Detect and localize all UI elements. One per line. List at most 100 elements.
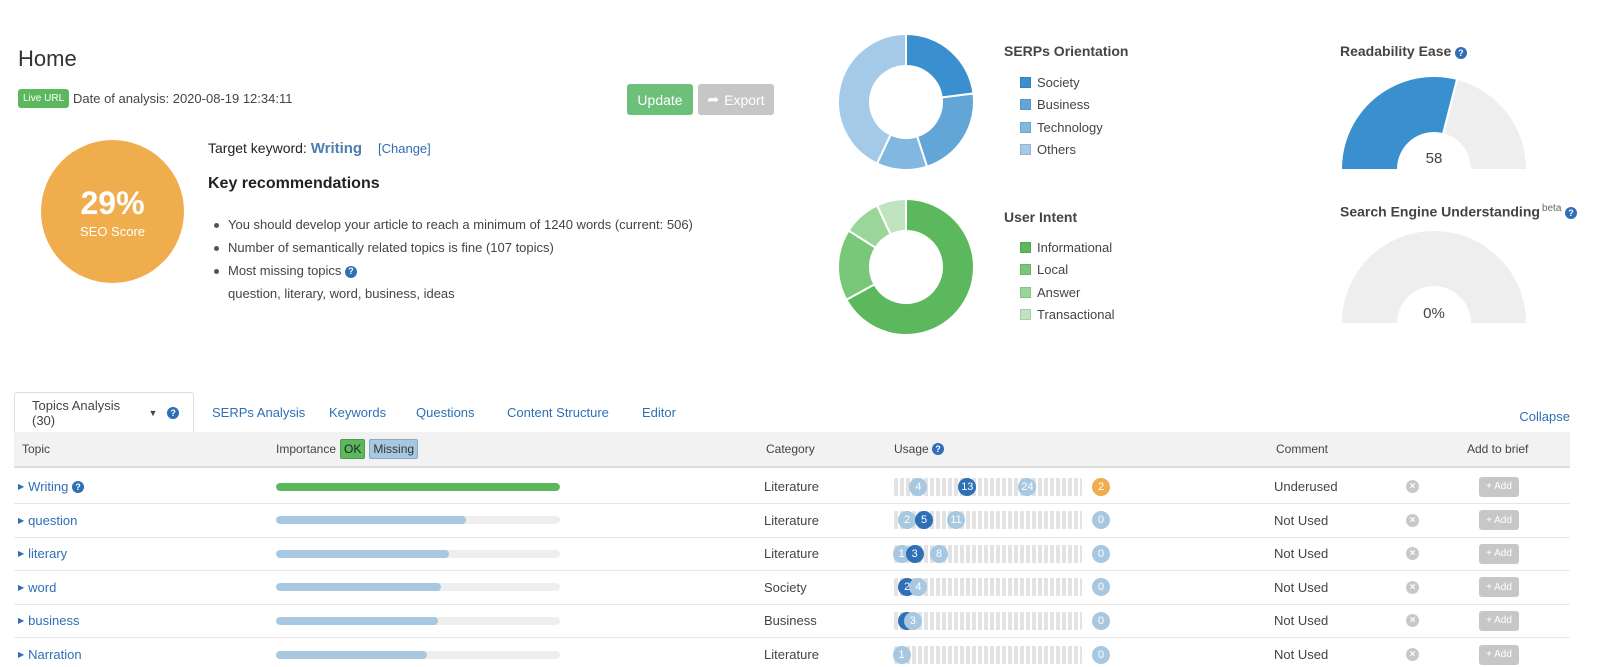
help-icon[interactable]: ? [1454, 46, 1467, 59]
usage-marker: 24 [1018, 477, 1037, 496]
close-icon[interactable]: × [1406, 547, 1419, 561]
usage-marker: 4 [909, 477, 928, 496]
usage-bar: 4 13 24 [894, 477, 1082, 496]
user-intent-title: User Intent [1004, 209, 1078, 225]
importance-bar [276, 549, 560, 558]
missing-badge[interactable]: Missing [369, 439, 419, 459]
remove-cell: × [1406, 571, 1419, 604]
close-icon[interactable]: × [1406, 648, 1419, 661]
legend-label: Informational [1037, 239, 1113, 255]
legend-item-business[interactable]: Business [1020, 94, 1128, 117]
importance-cell [276, 504, 560, 537]
topic-cell[interactable]: ▶ word [18, 571, 56, 604]
update-button[interactable]: Update [627, 84, 693, 115]
tabs-bar: Topics Analysis (30) ▼ ? SERPs Analysis … [14, 392, 1570, 432]
legend-swatch [1020, 99, 1031, 111]
donut-slice-business[interactable] [915, 92, 975, 168]
topic-cell[interactable]: ▶ Narration [18, 638, 82, 667]
recommendation-item: You should develop your article to reach… [212, 213, 732, 236]
topic-link[interactable]: Writing [28, 479, 68, 494]
legend-item-answer[interactable]: Answer [1020, 281, 1115, 304]
legend-label: Business [1037, 97, 1090, 113]
tab-editor[interactable]: Editor [642, 392, 676, 432]
change-keyword-link[interactable]: [Change] [378, 141, 431, 156]
tab-keywords[interactable]: Keywords [329, 392, 386, 432]
table-row: ▶ business Business 3 0 Not Used × + Add [14, 604, 1570, 639]
legend-item-transactional[interactable]: Transactional [1020, 304, 1115, 327]
tab-topics-analysis-label: Topics Analysis (30) [32, 397, 121, 428]
add-cell: + Add [1479, 604, 1519, 637]
usage-bar: 24 [894, 578, 1082, 597]
count-cell: 0 [1092, 504, 1110, 537]
legend-item-society[interactable]: Society [1020, 71, 1128, 94]
seu-title: Search Engine Understanding beta ? [1340, 203, 1578, 220]
help-icon[interactable]: ? [932, 443, 945, 455]
add-cell: + Add [1479, 571, 1519, 604]
usage-cell: 3 [894, 604, 1082, 637]
usage-marker: 5 [915, 511, 934, 530]
help-icon[interactable]: ? [345, 265, 358, 278]
topic-cell[interactable]: ▶ literary [18, 537, 67, 570]
usage-cell: 2 5 11 [894, 504, 1082, 537]
close-icon[interactable]: × [1406, 513, 1419, 527]
importance-bar-fill [276, 516, 467, 525]
tab-content-structure[interactable]: Content Structure [507, 392, 609, 432]
usage-bar: 1 [892, 645, 1082, 664]
readability-title: Readability Ease ? [1340, 43, 1467, 59]
importance-bar-fill [276, 616, 438, 625]
tab-questions[interactable]: Questions [416, 392, 475, 432]
ok-badge[interactable]: OK [340, 439, 366, 459]
live-url-badge[interactable]: Live URL [18, 89, 70, 108]
count-cell: 2 [1092, 470, 1110, 503]
donut-slice-society[interactable] [905, 32, 975, 99]
count-cell: 0 [1092, 604, 1110, 637]
add-to-brief-button[interactable]: + Add [1479, 476, 1519, 497]
help-icon[interactable]: ? [167, 406, 179, 419]
close-icon[interactable]: × [1406, 480, 1419, 493]
chevron-down-icon: ▼ [148, 407, 158, 418]
add-to-brief-button[interactable]: + Add [1479, 577, 1519, 598]
legend-item-informational[interactable]: Informational [1020, 236, 1115, 259]
tab-serps-analysis[interactable]: SERPs Analysis [212, 392, 305, 432]
topic-link[interactable]: word [28, 580, 56, 595]
comment-cell: Not Used [1274, 613, 1329, 629]
category-cell: Business [764, 613, 817, 629]
legend-item-others[interactable]: Others [1020, 139, 1128, 162]
collapse-link[interactable]: Collapse [1519, 409, 1570, 424]
help-icon[interactable]: ? [1565, 206, 1578, 219]
add-to-brief-button[interactable]: + Add [1479, 610, 1519, 631]
topic-cell[interactable]: ▶ question [18, 504, 77, 537]
seo-score-value: 29% [80, 184, 145, 221]
legend-item-technology[interactable]: Technology [1020, 116, 1128, 139]
topic-cell[interactable]: ▶ Writing ? [18, 470, 84, 503]
topic-link[interactable]: question [28, 513, 77, 528]
export-button[interactable]: ➦ Export [698, 84, 774, 115]
header-topic: Topic [22, 442, 51, 456]
table-row: ▶ Writing ? Literature 4 13 24 2 Underused… [14, 470, 1570, 504]
tab-topics-analysis[interactable]: Topics Analysis (30) ▼ ? [14, 392, 194, 432]
topic-cell[interactable]: ▶ business [18, 604, 79, 637]
close-icon[interactable]: × [1406, 580, 1419, 594]
help-icon[interactable]: ? [72, 480, 84, 493]
header-category: Category [766, 442, 815, 456]
count-cell: 0 [1092, 571, 1110, 604]
usage-count-badge: 0 [1092, 511, 1110, 530]
topic-link[interactable]: Narration [28, 647, 81, 662]
seu-title-text: Search Engine Understanding [1340, 203, 1540, 220]
add-to-brief-button[interactable]: + Add [1479, 510, 1519, 531]
seu-value: 0% [1423, 305, 1445, 322]
topic-link[interactable]: literary [28, 546, 67, 561]
seo-score-circle: 29% SEO Score [41, 140, 184, 283]
category-cell: Literature [764, 546, 819, 562]
topic-link[interactable]: business [28, 613, 79, 628]
close-icon[interactable]: × [1406, 614, 1419, 628]
importance-bar [276, 516, 560, 525]
page-title: Home [18, 46, 77, 71]
importance-bar-fill [276, 549, 450, 558]
usage-bar: 138 [892, 544, 1082, 563]
legend-item-local[interactable]: Local [1020, 259, 1115, 282]
add-to-brief-button[interactable]: + Add [1479, 644, 1519, 665]
importance-bar [276, 616, 560, 625]
add-to-brief-button[interactable]: + Add [1479, 543, 1519, 564]
importance-bar [276, 650, 560, 659]
